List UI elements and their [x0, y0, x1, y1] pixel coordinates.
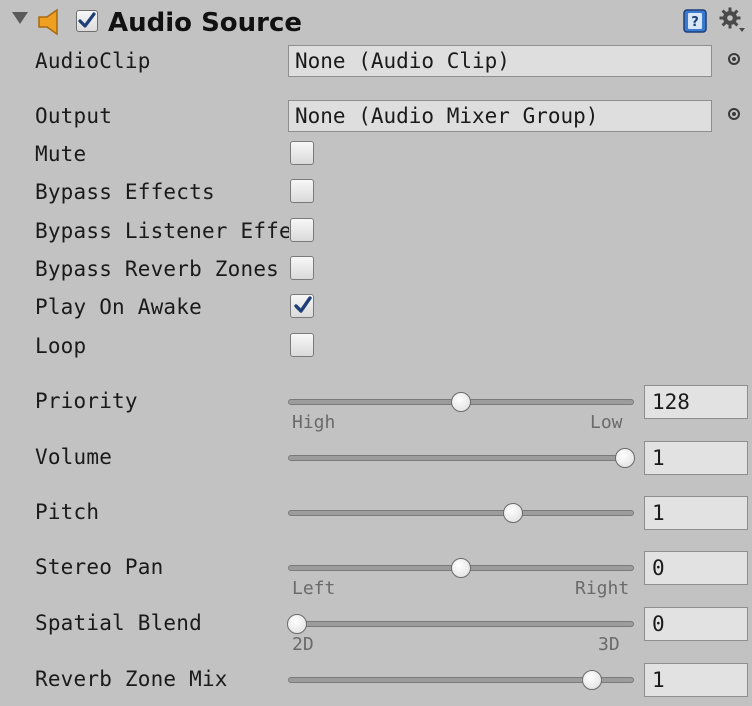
svg-text:?: ?	[691, 15, 699, 30]
volume-value-field[interactable]: 1	[644, 441, 748, 475]
volume-slider-track[interactable]	[288, 455, 634, 461]
play-on-awake-checkbox[interactable]	[290, 294, 314, 318]
component-title: Audio Source	[108, 8, 303, 38]
bypass-effects-row: Bypass Effects	[0, 173, 752, 211]
reverb-zone-mix-row: Reverb Zone Mix 1	[0, 660, 752, 698]
gear-icon[interactable]	[718, 6, 746, 34]
spatial-blend-max-label: 3D	[598, 634, 620, 655]
play-on-awake-label: Play On Awake	[35, 295, 202, 319]
bypass-listener-effects-label: Bypass Listener Effects	[35, 219, 289, 243]
play-on-awake-row: Play On Awake	[0, 288, 752, 326]
object-picker-icon[interactable]	[728, 108, 740, 120]
pitch-value-field[interactable]: 1	[644, 496, 748, 530]
priority-value-field[interactable]: 128	[644, 385, 748, 419]
loop-label: Loop	[35, 334, 87, 358]
loop-checkbox[interactable]	[290, 333, 314, 357]
priority-slider-thumb[interactable]	[451, 392, 471, 412]
spatial-blend-label: Spatial Blend	[35, 611, 202, 635]
spatial-blend-row: Spatial Blend 0 2D 3D	[0, 604, 752, 658]
priority-min-label: High	[292, 412, 336, 433]
audio-clip-row: AudioClip None (Audio Clip)	[0, 42, 752, 80]
component-header: Audio Source ?	[0, 0, 752, 46]
volume-slider-thumb[interactable]	[615, 448, 635, 468]
bypass-reverb-zones-label: Bypass Reverb Zones	[35, 257, 280, 281]
speaker-icon	[38, 8, 58, 36]
mute-row: Mute	[0, 135, 752, 173]
foldout-triangle-icon[interactable]	[12, 12, 28, 24]
reverb-zone-mix-value-field[interactable]: 1	[644, 663, 748, 697]
bypass-listener-effects-checkbox[interactable]	[290, 218, 314, 242]
spatial-blend-slider-track[interactable]	[288, 621, 634, 627]
volume-label: Volume	[35, 445, 113, 469]
audio-clip-label: AudioClip	[35, 49, 151, 73]
audio-clip-field[interactable]: None (Audio Clip)	[288, 45, 712, 77]
bypass-listener-effects-row: Bypass Listener Effects	[0, 212, 752, 250]
stereo-pan-min-label: Left	[292, 578, 336, 599]
loop-row: Loop	[0, 327, 752, 365]
bypass-reverb-zones-row: Bypass Reverb Zones	[0, 250, 752, 288]
spatial-blend-value-field[interactable]: 0	[644, 607, 748, 641]
priority-max-label: Low	[590, 412, 623, 433]
output-row: Output None (Audio Mixer Group)	[0, 97, 752, 135]
bypass-reverb-zones-checkbox[interactable]	[290, 256, 314, 280]
component-enabled-checkbox[interactable]	[76, 10, 98, 32]
object-picker-icon[interactable]	[728, 53, 740, 65]
bypass-effects-checkbox[interactable]	[290, 179, 314, 203]
spatial-blend-slider-thumb[interactable]	[287, 614, 307, 634]
stereo-pan-value-field[interactable]: 0	[644, 551, 748, 585]
pitch-row: Pitch 1	[0, 493, 752, 531]
stereo-pan-row: Stereo Pan 0 Left Right	[0, 548, 752, 602]
output-field[interactable]: None (Audio Mixer Group)	[288, 100, 712, 132]
priority-row: Priority 128 High Low	[0, 382, 752, 436]
mute-label: Mute	[35, 142, 87, 166]
reverb-zone-mix-slider-thumb[interactable]	[582, 670, 603, 690]
stereo-pan-label: Stereo Pan	[35, 555, 164, 579]
reverb-zone-mix-label: Reverb Zone Mix	[35, 667, 228, 691]
mute-checkbox[interactable]	[290, 141, 314, 165]
spatial-blend-min-label: 2D	[292, 634, 314, 655]
checkmark-icon	[294, 296, 312, 313]
priority-label: Priority	[35, 389, 138, 413]
output-label: Output	[35, 104, 113, 128]
pitch-label: Pitch	[35, 500, 100, 524]
pitch-slider-track[interactable]	[288, 510, 634, 516]
stereo-pan-max-label: Right	[575, 578, 630, 599]
bypass-effects-label: Bypass Effects	[35, 180, 215, 204]
help-book-icon[interactable]: ?	[682, 8, 708, 34]
volume-row: Volume 1	[0, 438, 752, 476]
audio-source-inspector: Audio Source ? AudioClip None (Audio Cli…	[0, 0, 752, 706]
pitch-slider-thumb[interactable]	[503, 503, 524, 523]
checkmark-icon	[78, 12, 96, 28]
stereo-pan-slider-thumb[interactable]	[451, 558, 471, 578]
